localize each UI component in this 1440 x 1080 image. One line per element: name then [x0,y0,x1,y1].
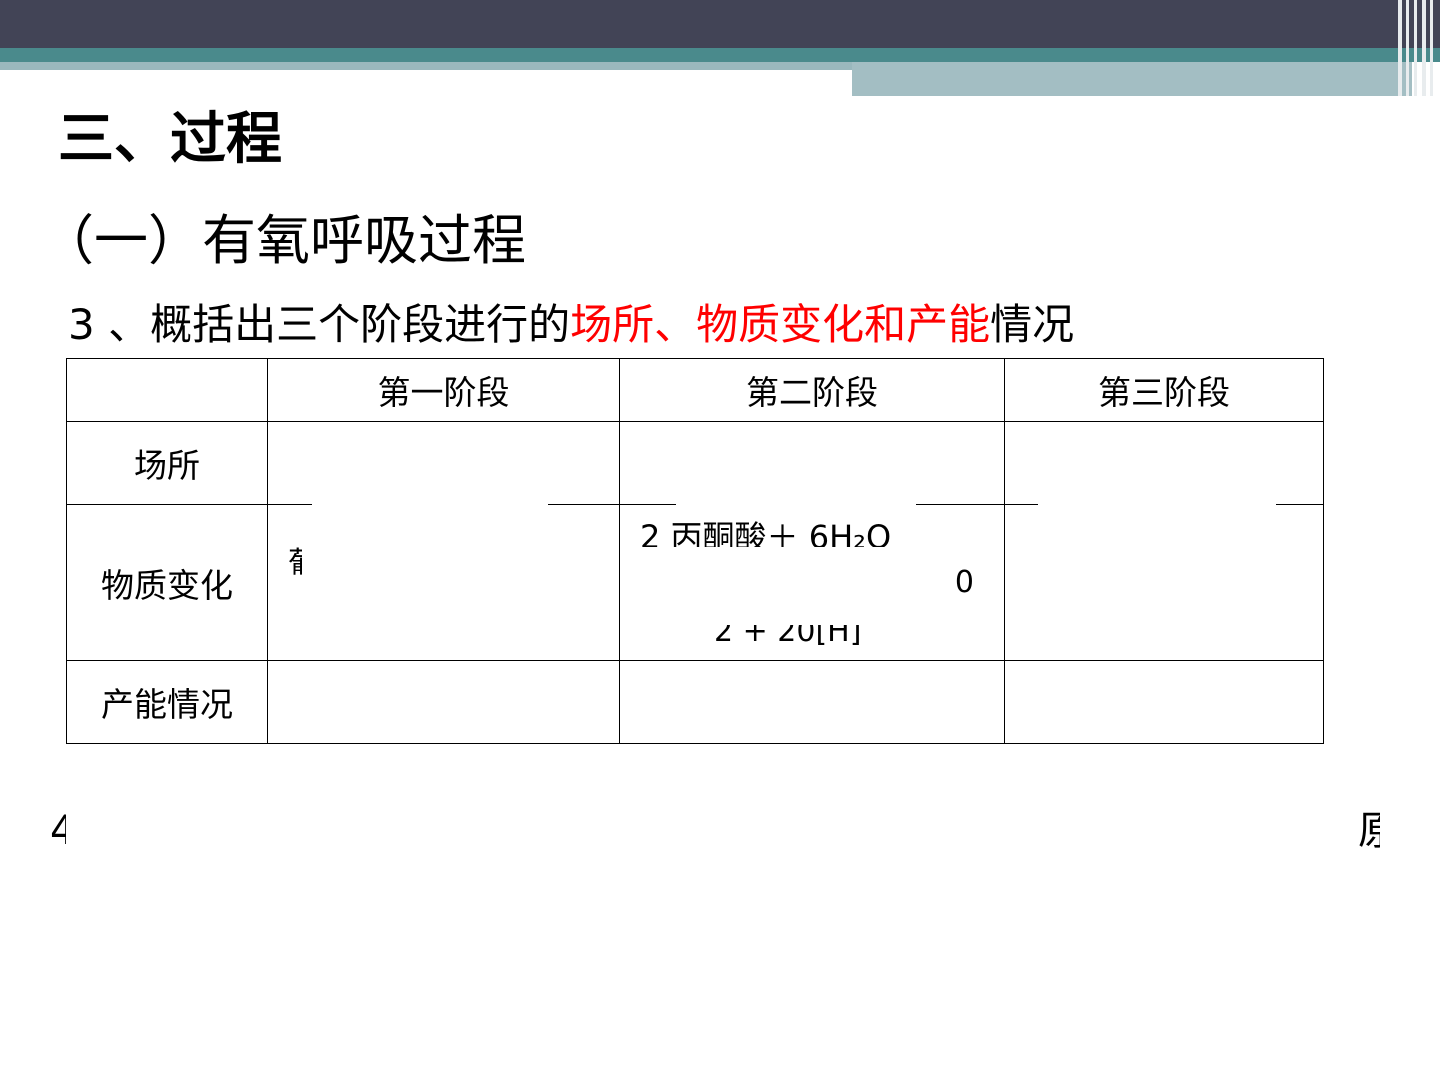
border-mask [312,502,548,506]
border-mask [676,502,916,506]
cell-site-stage-3 [1004,421,1324,506]
row-label-matter-change: 物质变化 [66,504,268,661]
row-label-site: 场所 [66,421,268,506]
cell-matter-stage-1: 葡 [267,504,620,661]
header-bar-teal-light-right [852,62,1412,96]
cell-energy-stage-1 [267,659,620,745]
header-bar-teal-light-left [0,62,852,70]
cell-site-stage-2 [619,421,1005,506]
slide-title: 三、过程 [58,107,282,172]
cell-site-stage-1 [267,421,620,506]
header-cell-stage-1: 第一阶段 [267,357,620,423]
header-stripes-decoration [1394,0,1440,96]
header-bar-teal [0,48,1440,62]
stage-2-equation-line-1: 2 丙酮酸＋ 6H₂O [640,518,892,548]
cell-matter-stage-2: 2 丙酮酸＋ 6H₂O 0 2 + 20[H] [619,504,1005,661]
point-4-left-fragment: 4 [50,808,66,854]
slide-subtitle: （一）有氧呼吸过程 [40,209,526,272]
point-4-right-fragment: 原 [1358,808,1380,854]
table-row: 场所 [66,421,1324,506]
point-3-suffix: 情况 [990,300,1075,349]
respiration-stage-table: 第一阶段 第二阶段 第三阶段 场所 物质变化 葡 2 丙酮酸＋ 6H₂O 0 2… [66,357,1324,745]
table-header-row: 第一阶段 第二阶段 第三阶段 [66,357,1324,423]
stage-1-partial-text: 葡 [288,547,302,581]
point-3: 3 、概括出三个阶段进行的场所、物质变化和产能情况 [68,298,1074,352]
row-label-energy: 产能情况 [66,659,268,745]
header-cell-empty [66,357,268,423]
header-cell-stage-3: 第三阶段 [1004,357,1324,423]
point-3-prefix: 3 、概括出三个阶段进行的 [68,300,571,349]
table-row: 产能情况 [66,659,1324,745]
header-cell-stage-2: 第二阶段 [619,357,1005,423]
stage-2-equation-line-3: 2 + 20[H] [714,625,862,648]
stage-2-equation-tail: 0 [954,565,974,601]
cell-energy-stage-2 [619,659,1005,745]
header-bar-dark [0,0,1440,48]
cell-matter-stage-3 [1004,504,1324,661]
border-mask [1038,502,1276,506]
table-row: 物质变化 葡 2 丙酮酸＋ 6H₂O 0 2 + 20[H] [66,504,1324,661]
point-3-highlight: 场所、物质变化和产能 [570,300,991,349]
cell-energy-stage-3 [1004,659,1324,745]
